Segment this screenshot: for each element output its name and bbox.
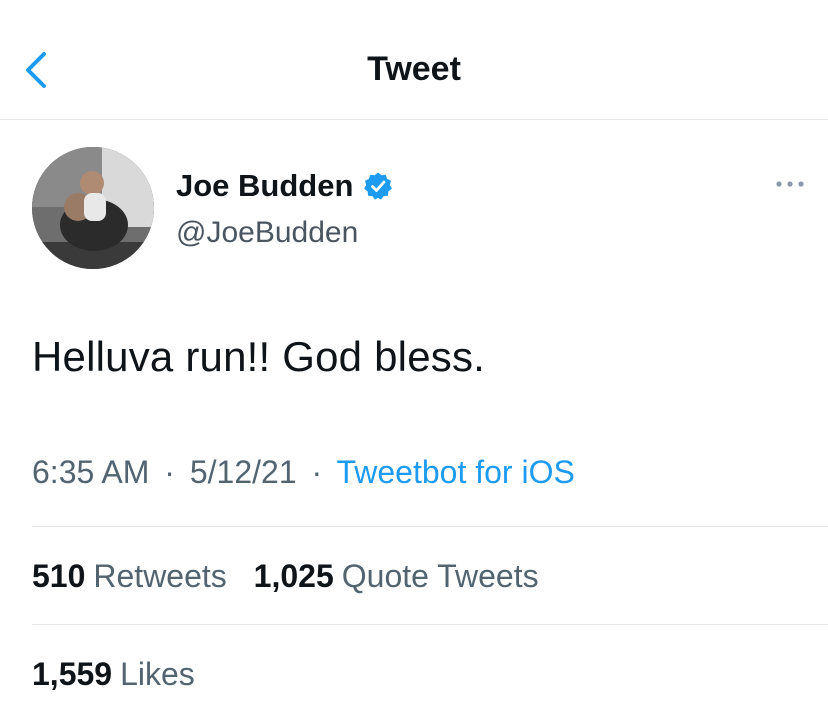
quote-tweets-label: Quote Tweets	[341, 558, 539, 594]
engagement-stats-row: 510 Retweets 1,025 Quote Tweets	[32, 558, 539, 595]
tweet-time: 6:35 AM	[32, 454, 150, 490]
likes-stat-row: 1,559 Likes	[32, 656, 195, 693]
likes-label: Likes	[120, 656, 195, 692]
tweet-metadata: 6:35 AM · 5/12/21 · Tweetbot for iOS	[32, 454, 575, 491]
more-options-button[interactable]	[770, 172, 810, 196]
top-navigation-bar: Tweet	[0, 0, 828, 120]
ellipsis-icon	[776, 181, 804, 187]
retweets-label: Retweets	[93, 558, 227, 594]
tweet-text: Helluva run!! God bless.	[32, 333, 486, 380]
likes-count: 1,559	[32, 656, 113, 692]
verified-badge-icon	[363, 171, 393, 201]
retweets-stat[interactable]: 510 Retweets	[32, 558, 236, 594]
tweet-source-link[interactable]: Tweetbot for iOS	[336, 454, 574, 490]
avatar[interactable]	[32, 147, 154, 269]
author-handle[interactable]: @JoeBudden	[176, 216, 358, 250]
author-name-row[interactable]: Joe Budden	[176, 166, 393, 206]
author-name: Joe Budden	[176, 168, 354, 203]
divider	[32, 526, 828, 527]
likes-stat[interactable]: 1,559 Likes	[32, 656, 195, 692]
tweet-detail-screen: Tweet Joe Budden @JoeBudden Helluva run!…	[0, 0, 828, 714]
tweet-date: 5/12/21	[189, 454, 297, 490]
quote-tweets-stat[interactable]: 1,025 Quote Tweets	[254, 558, 539, 594]
page-title: Tweet	[367, 50, 461, 88]
quote-tweets-count: 1,025	[253, 558, 334, 594]
divider	[32, 624, 828, 625]
retweets-count: 510	[32, 558, 86, 594]
separator-dot: ·	[311, 454, 323, 490]
avatar-photo	[32, 147, 154, 269]
separator-dot: ·	[164, 454, 175, 490]
